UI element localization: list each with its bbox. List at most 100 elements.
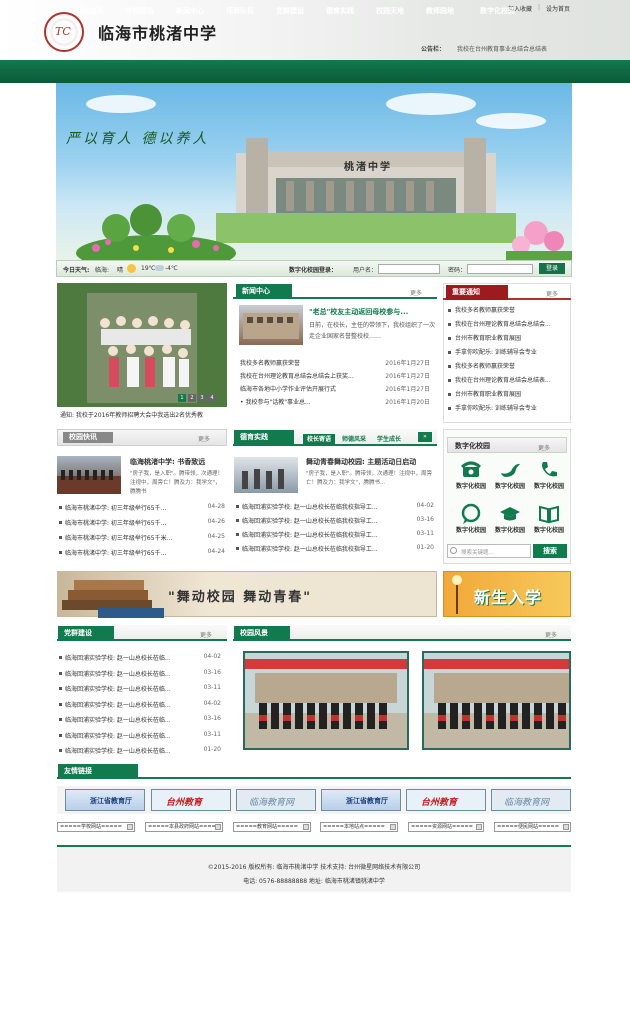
select-gov-sites[interactable]: =====本县政府网站===== [145, 822, 223, 832]
nav-about[interactable]: 学校概括 [126, 0, 154, 23]
password-input[interactable] [467, 264, 533, 274]
link-banner-taizhou[interactable]: 台州教育 [151, 789, 231, 811]
party-item[interactable]: 临海回浦实验学校: 赵一山总校长莅临... 04-02 [57, 700, 227, 716]
news-item[interactable]: 临海市各地中小学作业评估开展行式 2016年1月27日 [236, 384, 434, 397]
select-school-sites[interactable]: =====学校网站===== [57, 822, 135, 832]
campus-news-headline[interactable]: 临海桃渚中学: 书香致远 [130, 457, 205, 467]
digital-search-input[interactable]: 搜索关键题... [447, 544, 531, 558]
party-item[interactable]: 临海回浦实验学校: 赵一山总校长莅临... 03-16 [57, 715, 227, 731]
moral-item[interactable]: 临海回浦实验学校: 赵一山总校长莅临我校指导工... 03-11 [234, 530, 436, 544]
link-banner-linhai[interactable]: 临海教育网 [236, 789, 316, 811]
digital-item[interactable]: 数字化校园 [492, 503, 528, 541]
nav-moral[interactable]: 德育实践 [326, 0, 354, 23]
campus-news-item[interactable]: 临海市桃渚中学: 初三年级举行65千... 04-24 [57, 548, 227, 563]
nav-party[interactable]: 党群建设 [276, 0, 304, 23]
party-item[interactable]: 临海回浦实验学校: 赵一山总校长莅临... 03-11 [57, 731, 227, 747]
campus-news-thumbnail[interactable] [57, 456, 121, 494]
nav-campus[interactable]: 校园天地 [376, 0, 404, 23]
news-item[interactable]: 我校在台州理论教育总结会总结会上获奖... 2016年1月27日 [236, 371, 434, 384]
digital-search-button[interactable]: 搜索 [533, 544, 567, 558]
announcement-text[interactable]: 我校在台州教育事业总结合总结表 [457, 44, 547, 53]
enrollment-banner[interactable]: 新生入学 [443, 571, 571, 617]
news-list: 我校多名教师赢获荣誉 2016年1月27日 我校在台州理论教育总结会总结会上获奖.… [236, 358, 434, 410]
notice-item[interactable]: 手拿你吹配乐: 训练辅导会专业 [448, 347, 568, 361]
party-title: 党群建设 [58, 626, 114, 641]
party-list: 临海回浦实验学校: 赵一山总校长莅临... 04-02 临海回浦实验学校: 赵一山… [57, 653, 227, 762]
username-input[interactable] [378, 264, 440, 274]
moral-item[interactable]: 临海回浦实验学校: 赵一山总校长莅临我校指导工... 01-20 [234, 544, 436, 558]
news-thumbnail[interactable] [239, 305, 303, 345]
digital-item[interactable]: 数字化校园 [531, 459, 567, 497]
news-headline[interactable]: "老总"校友主动返回母校参与... [309, 307, 435, 317]
moral-headline[interactable]: 舞动青春舞动校园: 主题活动日启动 [306, 457, 434, 467]
select-local-sites[interactable]: =====本地站点===== [320, 822, 398, 832]
notice-item[interactable]: 台州市教育职业教育展园 [448, 389, 568, 403]
party-item[interactable]: 临海回浦实验学校: 赵一山总校长莅临... 03-16 [57, 669, 227, 685]
party-more-link[interactable]: 更多 [200, 630, 212, 639]
campus-news-list: 临海市桃渚中学: 初三年级举行65千... 04-28 临海市桃渚中学: 初三年级… [57, 503, 227, 563]
news-item[interactable]: 我校多名教师赢获荣誉 2016年1月27日 [236, 358, 434, 371]
announcement-label: 公告栏： [421, 46, 446, 53]
notice-more-link[interactable]: 更多 [546, 289, 558, 298]
news-headline-text: 日前，在校长，主任的带领下，我校组织了一次走企业国家名誉整校校…… [309, 322, 435, 340]
temp-high: 19℃ [141, 265, 156, 272]
photo-slideshow[interactable] [57, 283, 227, 407]
digital-item[interactable]: 数字化校园 [453, 503, 489, 541]
tab-principal[interactable]: 校长寄语 [303, 434, 335, 446]
chat-icon [461, 503, 481, 524]
digital-item[interactable]: 数字化校园 [531, 503, 567, 541]
set-homepage-link[interactable]: 设为首页 [546, 4, 570, 13]
link-banner-linhai-2[interactable]: 临海教育网 [491, 789, 571, 811]
tab-teacher-style[interactable]: 师德风采 [338, 434, 370, 446]
graduation-cap-icon [500, 507, 520, 521]
link-divider: | [538, 4, 541, 11]
campus-news-item[interactable]: 临海市桃渚中学: 初三年级举行65千米... 04-25 [57, 533, 227, 548]
select-resource-sites[interactable]: =====资源网站===== [408, 822, 484, 832]
moral-item[interactable]: 临海回浦实验学校: 赵一山总校长莅临我校指导工... 04-02 [234, 502, 436, 516]
select-service-sites[interactable]: =====便民网站===== [494, 822, 571, 832]
scenery-more-link[interactable]: 更多 [545, 630, 557, 639]
photo-caption[interactable]: 通知: 我校于2016年教师招聘大会中我选出2名优秀教 [60, 410, 226, 419]
campus-news-item[interactable]: 临海市桃渚中学: 初三年级举行65千... 04-28 [57, 503, 227, 518]
scenery-photo-2[interactable] [422, 651, 571, 750]
link-banner-edu-2[interactable]: 浙江省教育厅 [321, 789, 401, 811]
campus-news-more-link[interactable]: 更多 [198, 434, 210, 443]
nav-news[interactable]: 新闻中心 [176, 0, 204, 23]
nav-teacher-garden[interactable]: 教师园地 [426, 0, 454, 23]
slide-page-2[interactable]: 2 [188, 394, 196, 402]
party-item[interactable]: 临海回浦实验学校: 赵一山总校长莅临... 04-02 [57, 653, 227, 669]
notice-list: 我校多名教师赢获荣誉 我校在台州理论教育总结会总结会... 台州市教育职业教育展… [448, 305, 568, 417]
digital-more-link[interactable]: 更多 [538, 443, 550, 452]
school-gate-illustration [216, 138, 516, 243]
slide-page-1[interactable]: 1 [178, 394, 186, 402]
link-banner-edu[interactable]: 浙江省教育厅 [65, 789, 145, 811]
moral-thumbnail[interactable] [234, 457, 298, 493]
nav-teachers[interactable]: 师资队伍 [226, 0, 254, 23]
login-button[interactable]: 登录 [539, 263, 565, 274]
campus-news-item[interactable]: 临海市桃渚中学: 初三年级举行65千... 04-26 [57, 518, 227, 533]
digital-item[interactable]: 数字化校园 [492, 459, 528, 497]
notice-item[interactable]: 我校多名教师赢获荣誉 [448, 305, 568, 319]
moral-item[interactable]: 临海回浦实验学校: 赵一山总校长莅临我校指导工... 03-16 [234, 516, 436, 530]
party-item[interactable]: 临海回浦实验学校: 赵一山总校长莅临... 01-20 [57, 746, 227, 762]
moral-more-button[interactable]: » [418, 432, 432, 442]
notice-item[interactable]: 我校在台州理论教育总结会总结表... [448, 375, 568, 389]
notice-item[interactable]: 手拿你吹配乐: 训练辅导会专业 [448, 403, 568, 417]
notice-item[interactable]: 台州市教育职业教育展园 [448, 333, 568, 347]
slide-page-4[interactable]: 4 [208, 394, 216, 402]
select-edu-sites[interactable]: =====教育网站===== [233, 822, 311, 832]
news-item[interactable]: • 我校参与"话教"事业总... 2016年1月20日 [236, 397, 434, 410]
notice-item[interactable]: 我校多名教师赢获荣誉 [448, 361, 568, 375]
notice-title: 重要通知 [446, 285, 508, 300]
scenery-photo-1[interactable] [243, 651, 409, 750]
link-banner-taizhou-2[interactable]: 台州教育 [406, 789, 486, 811]
dance-ad-banner[interactable]: "舞动校园 舞动青春" [57, 571, 437, 618]
digital-item[interactable]: 数字化校园 [453, 459, 489, 497]
notice-item[interactable]: 我校在台州理论教育总结会总结会... [448, 319, 568, 333]
nav-home[interactable]: 网站首页 [76, 0, 104, 23]
nav-digital[interactable]: 数字化校园 [480, 0, 515, 23]
slide-page-3[interactable]: 3 [198, 394, 206, 402]
party-item[interactable]: 临海回浦实验学校: 赵一山总校长莅临... 03-11 [57, 684, 227, 700]
news-more-link[interactable]: 更多 [410, 288, 422, 297]
tab-student-growth[interactable]: 学生成长 [373, 434, 405, 446]
